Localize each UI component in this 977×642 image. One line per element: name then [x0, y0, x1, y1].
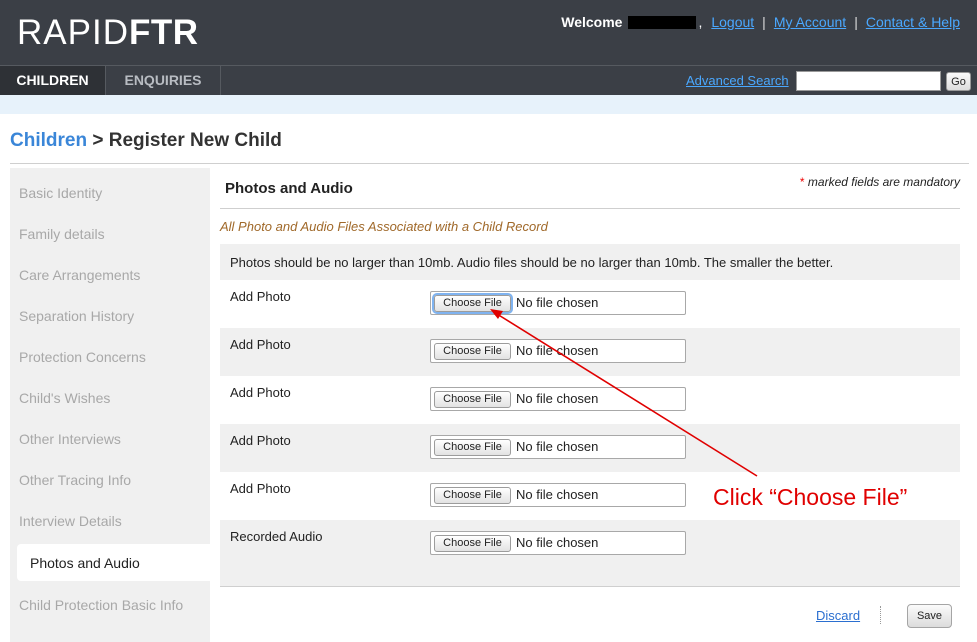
form-row-add-photo: Add Photo Choose File No file chosen — [220, 280, 960, 328]
logout-link[interactable]: Logout — [711, 14, 754, 30]
choose-file-button[interactable]: Choose File — [434, 535, 511, 552]
main-nav: CHILDREN ENQUIRIES Advanced Search Go — [0, 65, 977, 103]
choose-file-button[interactable]: Choose File — [434, 295, 511, 312]
sidebar-item-protection-concerns[interactable]: Protection Concerns — [19, 349, 146, 365]
audio-file-input[interactable]: Choose File No file chosen — [430, 531, 686, 555]
photo-file-input[interactable]: Choose File No file chosen — [430, 387, 686, 411]
file-status: No file chosen — [516, 487, 599, 502]
divider — [880, 606, 881, 624]
divider — [220, 208, 960, 209]
field-label: Recorded Audio — [230, 529, 323, 544]
app-logo[interactable]: RAPIDFTR — [17, 14, 199, 52]
save-button[interactable]: Save — [907, 604, 952, 628]
photo-file-input[interactable]: Choose File No file chosen — [430, 483, 686, 507]
photo-file-input[interactable]: Choose File No file chosen — [430, 339, 686, 363]
photo-file-input[interactable]: Choose File No file chosen — [430, 435, 686, 459]
section-subtitle: All Photo and Audio Files Associated wit… — [220, 219, 548, 234]
sidebar-item-separation-history[interactable]: Separation History — [19, 308, 134, 324]
advanced-search-link[interactable]: Advanced Search — [686, 73, 789, 88]
field-label: Add Photo — [230, 385, 291, 400]
mandatory-text: marked fields are mandatory — [804, 175, 960, 189]
breadcrumb-children-link[interactable]: Children — [10, 130, 87, 151]
user-bar: Welcome , Logout | My Account | Contact … — [561, 14, 960, 30]
field-label: Add Photo — [230, 337, 291, 352]
sidebar-item-other-tracing-info[interactable]: Other Tracing Info — [19, 472, 131, 488]
field-label: Add Photo — [230, 289, 291, 304]
form-row-recorded-audio: Recorded Audio Choose File No file chose… — [220, 520, 960, 568]
sidebar-item-care-arrangements[interactable]: Care Arrangements — [19, 267, 140, 283]
field-label: Add Photo — [230, 481, 291, 496]
file-status: No file chosen — [516, 535, 599, 550]
logo-light-text: RAPID — [17, 13, 129, 52]
page-title: Register New Child — [108, 130, 282, 151]
breadcrumb-separator: > — [87, 130, 109, 151]
app-header: RAPIDFTR Welcome , Logout | My Account |… — [0, 0, 977, 65]
form-row-add-photo: Add Photo Choose File No file chosen — [220, 424, 960, 472]
contact-help-link[interactable]: Contact & Help — [866, 14, 960, 30]
go-button[interactable]: Go — [946, 72, 971, 91]
my-account-link[interactable]: My Account — [774, 14, 846, 30]
sidebar-item-basic-identity[interactable]: Basic Identity — [19, 185, 102, 201]
choose-file-button[interactable]: Choose File — [434, 439, 511, 456]
file-status: No file chosen — [516, 295, 599, 310]
breadcrumb: Children > Register New Child — [10, 130, 282, 152]
annotation-label: Click “Choose File” — [713, 484, 908, 510]
sidebar-item-photos-and-audio[interactable]: Photos and Audio — [17, 544, 211, 581]
search-input[interactable] — [796, 71, 941, 91]
sidebar-item-interview-details[interactable]: Interview Details — [19, 513, 122, 529]
sidebar-item-child-protection-basic-info[interactable]: Child Protection Basic Info — [19, 597, 183, 613]
redacted-username — [628, 15, 697, 29]
photo-file-input[interactable]: Choose File No file chosen — [430, 291, 686, 315]
sidebar-item-family-details[interactable]: Family details — [19, 226, 105, 242]
field-label: Add Photo — [230, 433, 291, 448]
logo-bold-text: FTR — [128, 13, 199, 52]
sidebar-item-childs-wishes[interactable]: Child's Wishes — [19, 390, 110, 406]
section-title: Photos and Audio — [225, 180, 353, 197]
form-row-add-photo: Add Photo Choose File No file chosen — [220, 328, 960, 376]
tab-enquiries[interactable]: ENQUIRIES — [105, 66, 221, 95]
mandatory-note: * marked fields are mandatory — [800, 175, 960, 189]
choose-file-button[interactable]: Choose File — [434, 343, 511, 360]
choose-file-button[interactable]: Choose File — [434, 391, 511, 408]
welcome-text: Welcome — [561, 14, 623, 30]
file-status: No file chosen — [516, 343, 599, 358]
file-status: No file chosen — [516, 439, 599, 454]
separator: | — [854, 14, 858, 30]
divider — [10, 163, 969, 164]
separator: | — [762, 14, 766, 30]
sidebar-item-label: Photos and Audio — [30, 555, 140, 571]
choose-file-button[interactable]: Choose File — [434, 487, 511, 504]
form-row-add-photo: Add Photo Choose File No file chosen — [220, 376, 960, 424]
sub-nav-strip — [0, 95, 977, 114]
tab-children[interactable]: CHILDREN — [0, 66, 105, 95]
discard-link[interactable]: Discard — [816, 608, 860, 623]
file-status: No file chosen — [516, 391, 599, 406]
photos-audio-form: Photos should be no larger than 10mb. Au… — [220, 244, 960, 587]
sidebar-item-other-interviews[interactable]: Other Interviews — [19, 431, 121, 447]
size-info-text: Photos should be no larger than 10mb. Au… — [230, 255, 834, 270]
